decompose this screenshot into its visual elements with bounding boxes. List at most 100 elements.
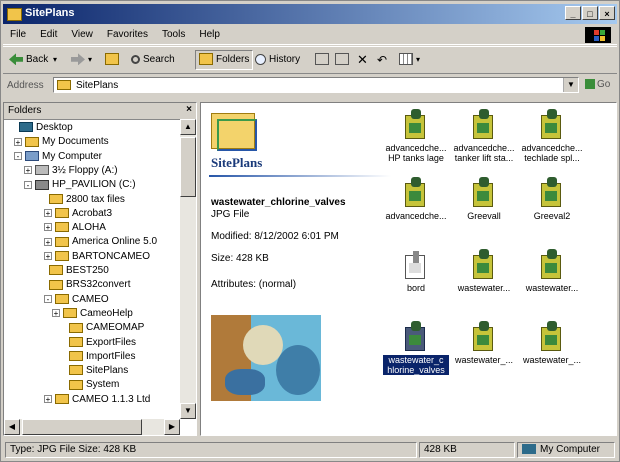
folder-icon: [55, 222, 69, 233]
tree-item[interactable]: +3½ Floppy (A:): [24, 164, 118, 178]
file-item[interactable]: advancedche... HP tanks lage: [383, 109, 449, 179]
undo-button[interactable]: ↶: [377, 51, 387, 69]
file-label: advancedche... techlade spl...: [521, 143, 583, 163]
file-item[interactable]: wastewater...: [451, 249, 517, 319]
minimize-button[interactable]: _: [565, 6, 581, 20]
title-bar[interactable]: SitePlans _ □ ×: [3, 4, 617, 24]
forward-button[interactable]: ▾: [71, 51, 92, 69]
scroll-right-icon[interactable]: ▶: [164, 419, 180, 435]
menu-tools[interactable]: Tools: [155, 26, 192, 43]
menu-view[interactable]: View: [64, 26, 100, 43]
tree-item-label: SitePlans: [86, 365, 129, 377]
hscroll-thumb[interactable]: [22, 419, 142, 435]
file-item[interactable]: bord: [383, 249, 449, 319]
expand-icon[interactable]: +: [44, 223, 52, 232]
collapse-icon[interactable]: -: [14, 151, 22, 160]
expand-icon[interactable]: +: [52, 309, 60, 318]
scroll-left-icon[interactable]: ◀: [4, 419, 20, 435]
copy-to-button[interactable]: [335, 51, 352, 69]
address-value: SitePlans: [76, 80, 119, 91]
file-item[interactable]: Greevall: [451, 177, 517, 247]
tree-item-label: CAMEO: [72, 293, 109, 305]
address-dropdown-icon[interactable]: ▼: [563, 78, 578, 92]
go-button[interactable]: Go: [585, 79, 610, 90]
file-label: wastewater...: [457, 283, 511, 293]
history-button[interactable]: History: [255, 51, 300, 69]
menu-edit[interactable]: Edit: [33, 26, 64, 43]
delete-x-icon: ✕: [357, 52, 368, 67]
file-label: advancedche... HP tanks lage: [385, 143, 447, 163]
undo-icon: ↶: [377, 53, 388, 67]
large-folder-icon: [211, 113, 259, 151]
tree-item[interactable]: + ALOHA: [44, 221, 106, 235]
scroll-down-icon[interactable]: ▼: [180, 403, 196, 419]
tree-item-label: ExportFiles: [86, 336, 137, 348]
tree-item[interactable]: BRS32convert: [38, 278, 130, 292]
file-item[interactable]: advancedche...: [383, 177, 449, 247]
file-item[interactable]: wastewater_...: [519, 321, 585, 391]
delete-button[interactable]: ✕: [357, 51, 368, 69]
tree-item[interactable]: + Acrobat3: [44, 207, 112, 221]
file-item[interactable]: Greeval2: [519, 177, 585, 247]
views-button[interactable]: ▾: [399, 51, 420, 69]
expand-icon[interactable]: +: [14, 137, 22, 146]
menu-favorites[interactable]: Favorites: [100, 26, 155, 43]
history-label: History: [269, 54, 301, 65]
tree-item[interactable]: Desktop: [8, 121, 73, 135]
folder-tree-scrollbar[interactable]: ▲ ▼: [180, 119, 196, 419]
collapse-icon[interactable]: -: [44, 294, 52, 303]
folders-button[interactable]: Folders: [195, 50, 254, 70]
tree-item[interactable]: + BARTONCAMEO: [44, 250, 150, 264]
tree-item[interactable]: + CAMEO 1.1.3 Ltd: [44, 393, 150, 407]
expand-icon[interactable]: +: [44, 237, 52, 246]
file-item[interactable]: wastewater_...: [451, 321, 517, 391]
tree-item[interactable]: CAMEOMAP: [58, 321, 144, 335]
drive-icon: [35, 179, 49, 190]
image-file-icon: [403, 177, 429, 209]
tree-item[interactable]: System: [58, 378, 119, 392]
file-item[interactable]: wastewater...: [519, 249, 585, 319]
tree-item[interactable]: + CameoHelp: [52, 307, 133, 321]
close-button[interactable]: ×: [599, 6, 615, 20]
tree-item-label: Desktop: [36, 122, 73, 133]
tree-item[interactable]: - CAMEO: [44, 293, 109, 307]
expand-icon[interactable]: +: [44, 395, 52, 404]
search-button[interactable]: Search: [131, 51, 175, 69]
file-item[interactable]: wastewater_c hlorine_valves: [383, 321, 449, 391]
document-file-icon: [403, 249, 429, 281]
file-item[interactable]: advancedche... techlade spl...: [519, 109, 585, 179]
menu-help[interactable]: Help: [192, 26, 227, 43]
move-to-button[interactable]: [315, 51, 332, 69]
collapse-icon[interactable]: -: [24, 180, 32, 189]
tree-item[interactable]: - HP_PAVILION (C:): [24, 178, 136, 192]
file-size: Size: 428 KB: [211, 253, 269, 264]
back-button[interactable]: Back ▾: [9, 51, 57, 69]
tree-item[interactable]: + My Documents: [14, 135, 109, 149]
image-file-icon: [539, 109, 565, 141]
tree-item[interactable]: + America Online 5.0: [44, 235, 157, 249]
file-item[interactable]: advancedche... tanker lift sta...: [451, 109, 517, 179]
expand-icon[interactable]: +: [44, 209, 52, 218]
scroll-up-icon[interactable]: ▲: [180, 119, 196, 135]
address-input[interactable]: SitePlans ▼: [53, 77, 579, 93]
windows-logo-icon: [585, 27, 611, 43]
expand-icon[interactable]: +: [24, 166, 32, 175]
tree-item[interactable]: 2800 tax files: [38, 193, 125, 207]
tree-item[interactable]: - My Computer: [14, 150, 102, 164]
maximize-button[interactable]: □: [582, 6, 598, 20]
tree-item[interactable]: ExportFiles: [58, 336, 136, 350]
expand-icon[interactable]: +: [44, 252, 52, 261]
tree-item[interactable]: BEST250: [38, 264, 109, 278]
tree-item[interactable]: SitePlans: [58, 364, 128, 378]
up-folder-button[interactable]: [105, 51, 122, 69]
folder-icon: [55, 293, 69, 304]
scroll-thumb[interactable]: [180, 137, 196, 197]
tree-item-label: BARTONCAMEO: [72, 250, 150, 262]
folder-tree-hscrollbar[interactable]: ◀ ▶: [4, 419, 180, 435]
menu-file[interactable]: File: [3, 26, 33, 43]
tree-item[interactable]: ImportFiles: [58, 350, 135, 364]
window-title: SitePlans: [25, 7, 75, 19]
folder-icon: [57, 80, 71, 90]
file-label: wastewater_...: [454, 355, 514, 365]
close-pane-icon[interactable]: ×: [186, 104, 192, 115]
